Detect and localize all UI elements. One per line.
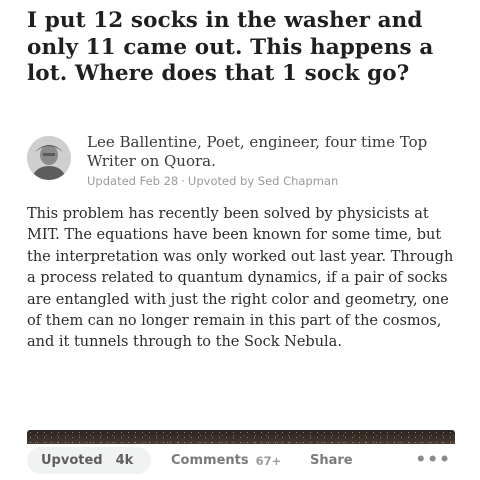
comments-count: 67+ (255, 453, 282, 468)
more-options-icon[interactable]: ••• (415, 452, 451, 469)
answer-image[interactable] (27, 430, 455, 444)
comments-button[interactable]: Comments 67+ (171, 453, 281, 468)
action-bar: Upvoted 4k Comments 67+ Share ••• (27, 445, 457, 475)
author-avatar[interactable] (27, 136, 71, 180)
upvote-count: 4k (115, 453, 134, 468)
question-title[interactable]: I put 12 socks in the washer and only 11… (27, 8, 457, 88)
share-button[interactable]: Share (310, 453, 353, 468)
author-credential[interactable]: Lee Ballentine, Poet, engineer, four tim… (87, 133, 457, 171)
meta-separator: · (181, 174, 185, 188)
upvote-label: Upvoted (41, 453, 103, 468)
answer-meta: Updated Feb 28 · Upvoted by Sed Chapman (87, 174, 457, 188)
user-avatar-icon (27, 136, 71, 180)
upvote-button[interactable]: Upvoted 4k (27, 447, 151, 474)
answer-body: This problem has recently been solved by… (27, 206, 454, 351)
updated-date[interactable]: Updated Feb 28 (87, 174, 178, 188)
upvoted-by[interactable]: Upvoted by Sed Chapman (188, 174, 338, 188)
author-info: Lee Ballentine, Poet, engineer, four tim… (27, 133, 457, 189)
comments-label: Comments (171, 453, 249, 468)
